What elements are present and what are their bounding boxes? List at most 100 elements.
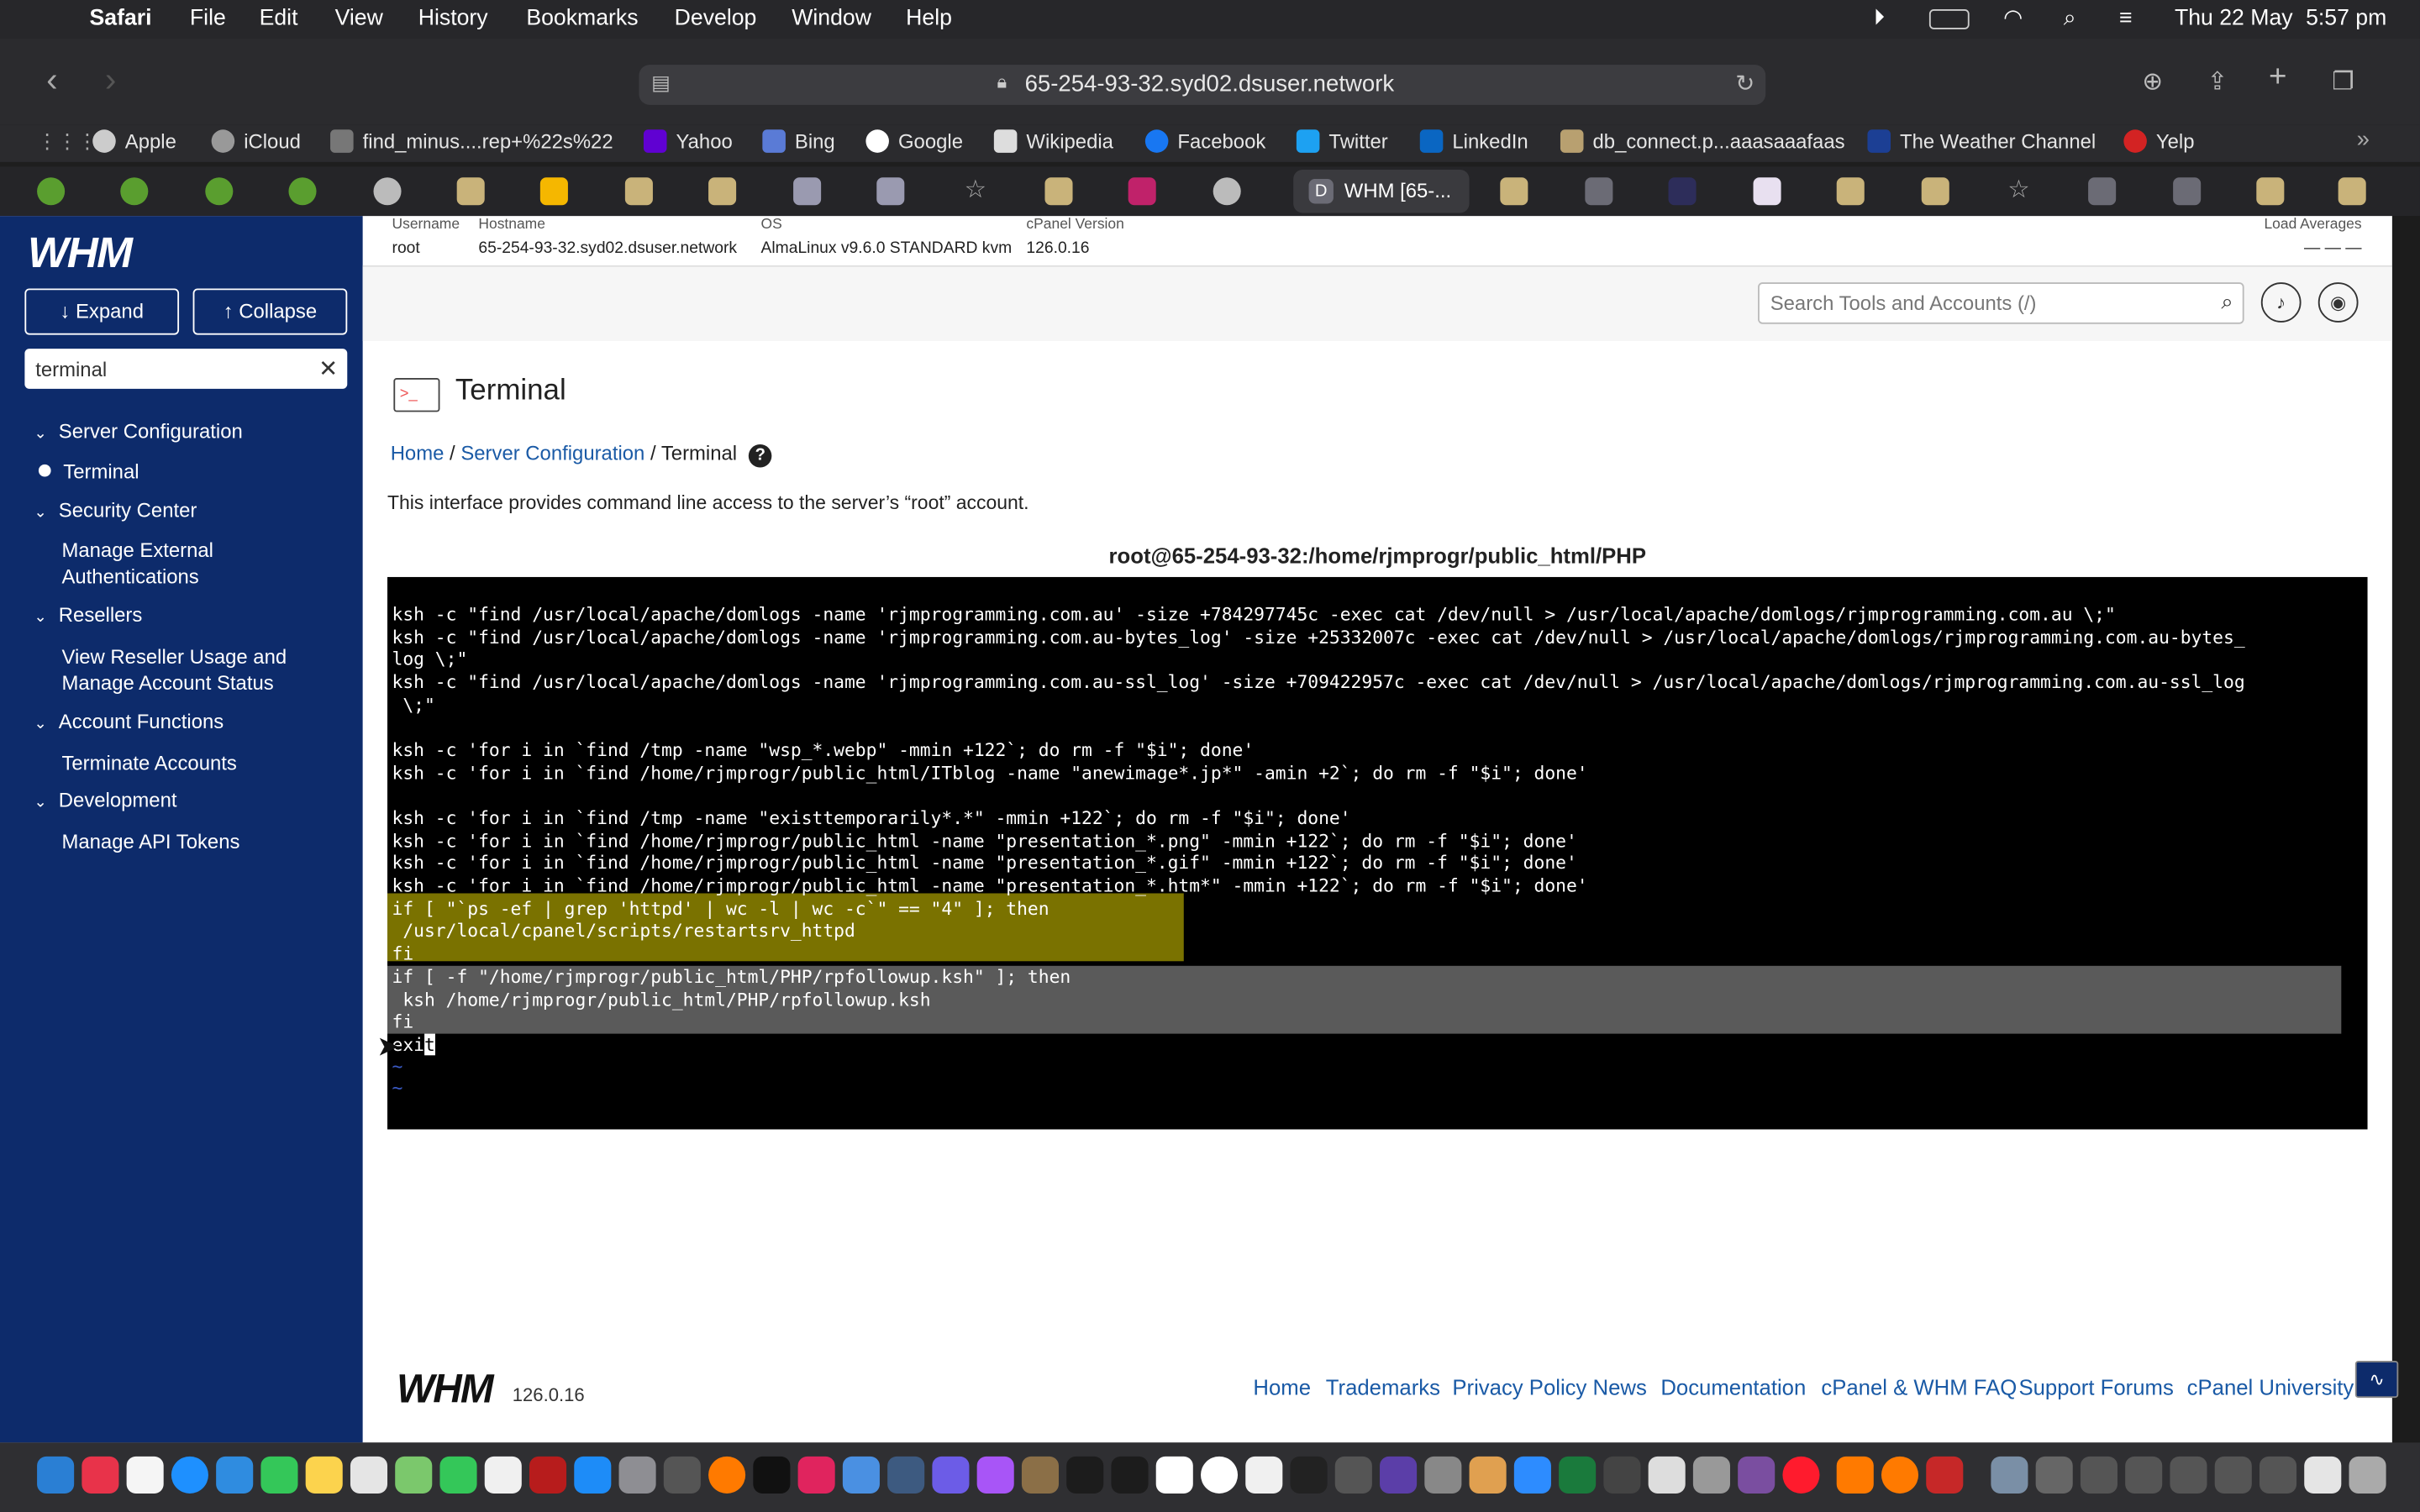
- tab-favicon-icon[interactable]: [373, 177, 402, 206]
- new-tab-icon[interactable]: +: [2269, 60, 2286, 96]
- messages-icon[interactable]: [260, 1456, 298, 1494]
- scrollbar-track[interactable]: ∿: [2354, 216, 2420, 1443]
- tab-favicon-icon[interactable]: [624, 177, 653, 206]
- intellij-icon[interactable]: [1380, 1456, 1418, 1494]
- chrome-icon[interactable]: [1200, 1456, 1239, 1494]
- tab-favicon-icon[interactable]: [205, 177, 234, 206]
- favorite-wikipedia[interactable]: Wikipedia: [993, 129, 1113, 153]
- menu-history[interactable]: History: [418, 6, 488, 30]
- app-icon[interactable]: [1692, 1456, 1730, 1494]
- footer-link-privacy-policy[interactable]: Privacy Policy: [1452, 1375, 1586, 1399]
- favorite-linkedin[interactable]: LinkedIn: [1419, 129, 1528, 153]
- tab-favicon-icon[interactable]: [456, 177, 485, 206]
- tab-favicon-icon[interactable]: [1044, 177, 1073, 206]
- podcasts-icon[interactable]: [976, 1456, 1014, 1494]
- app-icon[interactable]: [1603, 1456, 1641, 1494]
- favorites-grid-icon[interactable]: ⋮⋮⋮: [37, 129, 97, 154]
- footer-link-cpanel-university[interactable]: cPanel University: [2187, 1375, 2354, 1399]
- notifications-bell-icon[interactable]: ♪: [2260, 282, 2302, 323]
- app-icon[interactable]: [1021, 1456, 1059, 1494]
- tab-favicon-icon[interactable]: [2088, 177, 2117, 206]
- tab-favicon-icon[interactable]: [1213, 177, 1241, 206]
- window-thumbnail-icon[interactable]: [2080, 1456, 2118, 1494]
- favorite-db-connect[interactable]: db_connect.p...aaasaaafaas: [1560, 129, 1845, 153]
- tab-active-whm[interactable]: D WHM [65-...: [1293, 170, 1470, 213]
- app-icon[interactable]: [1926, 1456, 1964, 1494]
- folder-icon[interactable]: [1991, 1456, 2028, 1494]
- tab-favicon-icon[interactable]: [1836, 177, 1865, 206]
- downloads-icon[interactable]: ⊕: [2142, 66, 2163, 97]
- mail-icon[interactable]: [216, 1456, 254, 1494]
- facetime-icon[interactable]: [439, 1456, 477, 1494]
- star-icon[interactable]: ☆: [961, 177, 989, 205]
- sidebar-item-view-reseller-usage[interactable]: View Reseller Usage and Manage Account St…: [61, 643, 287, 696]
- footer-link-support-forums[interactable]: Support Forums: [2018, 1375, 2173, 1399]
- share-icon[interactable]: ⇪: [2207, 66, 2228, 97]
- tab-favicon-icon[interactable]: [1500, 177, 1528, 206]
- favorite-facebook[interactable]: Facebook: [1144, 129, 1265, 153]
- document-icon[interactable]: [1245, 1456, 1283, 1494]
- tab-favicon-icon[interactable]: [1668, 177, 1697, 206]
- favorite-weather-channel[interactable]: The Weather Channel: [1867, 129, 2096, 153]
- page-menu-icon[interactable]: ▤: [651, 71, 671, 95]
- app-icon[interactable]: [395, 1456, 433, 1494]
- footer-link-news[interactable]: News: [1593, 1375, 1647, 1399]
- footer-link-trademarks[interactable]: Trademarks: [1326, 1375, 1440, 1399]
- collapse-button[interactable]: ↑ Collapse: [192, 288, 348, 335]
- apple-tv-icon[interactable]: [753, 1456, 791, 1494]
- favorite-twitter[interactable]: Twitter: [1296, 129, 1388, 153]
- help-icon[interactable]: ?: [749, 444, 772, 468]
- favorite-apple[interactable]: Apple: [92, 129, 176, 153]
- sidebar-item-manage-external-authentications[interactable]: Manage External Authentications: [61, 537, 213, 589]
- battery-icon[interactable]: [1928, 9, 1970, 29]
- more-favorites-icon[interactable]: »: [2357, 127, 2370, 153]
- menu-help[interactable]: Help: [906, 6, 952, 30]
- address-url[interactable]: 65-254-93-32.syd02.dsuser.network: [1025, 71, 1395, 97]
- window-thumbnail-icon[interactable]: [2214, 1456, 2252, 1494]
- tab-favicon-icon[interactable]: [2173, 177, 2202, 206]
- breadcrumb-home[interactable]: Home: [391, 441, 445, 465]
- address-bar[interactable]: ▤ 🔒︎ 65-254-93-32.syd02.dsuser.network ↻: [639, 65, 1766, 105]
- tab-overview-icon[interactable]: ❐: [2332, 66, 2354, 97]
- app-icon[interactable]: [1738, 1456, 1776, 1494]
- calculator-icon[interactable]: [618, 1456, 656, 1494]
- firefox-icon[interactable]: [708, 1456, 746, 1494]
- search-icon[interactable]: ⌕: [2221, 288, 2233, 314]
- whm-logo[interactable]: WHM: [28, 228, 133, 278]
- document-icon[interactable]: [484, 1456, 522, 1494]
- app-icon[interactable]: [1469, 1456, 1507, 1494]
- star-icon[interactable]: ☆: [2005, 177, 2033, 205]
- menu-time[interactable]: 5:57 pm: [2306, 6, 2386, 30]
- terminal-app-icon[interactable]: [1066, 1456, 1104, 1494]
- tab-favicon-icon[interactable]: [2338, 177, 2366, 206]
- tab-favicon-icon[interactable]: [539, 177, 568, 206]
- window-thumbnail-icon[interactable]: [2259, 1456, 2297, 1494]
- notes-icon[interactable]: [305, 1456, 343, 1494]
- sidebar-group-server-configuration[interactable]: ⌄ Server Configuration: [34, 420, 242, 444]
- window-thumbnail-icon[interactable]: [2170, 1456, 2207, 1494]
- sidebar-group-resellers[interactable]: ⌄ Resellers: [34, 603, 142, 627]
- control-center-icon[interactable]: ≡: [2119, 6, 2133, 30]
- finder-icon[interactable]: [37, 1456, 75, 1494]
- tab-favicon-icon[interactable]: [120, 177, 149, 206]
- search-input[interactable]: Search Tools and Accounts (/) ⌕: [1758, 282, 2244, 324]
- favorite-yelp[interactable]: Yelp: [2123, 129, 2195, 153]
- menu-window[interactable]: Window: [792, 6, 871, 30]
- play-status-icon[interactable]: ⏵: [1874, 6, 1885, 30]
- clear-filter-icon[interactable]: ✕: [318, 354, 338, 382]
- tab-favicon-icon[interactable]: [708, 177, 737, 206]
- menu-develop[interactable]: Develop: [675, 6, 757, 30]
- menu-file[interactable]: File: [190, 6, 226, 30]
- wifi-icon[interactable]: ◠: [2003, 6, 2023, 30]
- sidebar-item-terminate-accounts[interactable]: Terminate Accounts: [61, 750, 236, 776]
- calendar-icon[interactable]: [1155, 1456, 1193, 1494]
- tab-favicon-icon[interactable]: [2256, 177, 2285, 206]
- sidebar-group-security-center[interactable]: ⌄ Security Center: [34, 498, 197, 522]
- menu-view[interactable]: View: [335, 6, 383, 30]
- favorite-find-minus[interactable]: find_minus....rep+%22s%22: [330, 129, 613, 153]
- favorite-icloud[interactable]: iCloud: [211, 129, 301, 153]
- menu-edit[interactable]: Edit: [260, 6, 298, 30]
- sidebar-group-development[interactable]: ⌄ Development: [34, 789, 176, 812]
- tab-favicon-icon[interactable]: [1753, 177, 1781, 206]
- favorite-bing[interactable]: Bing: [762, 129, 835, 153]
